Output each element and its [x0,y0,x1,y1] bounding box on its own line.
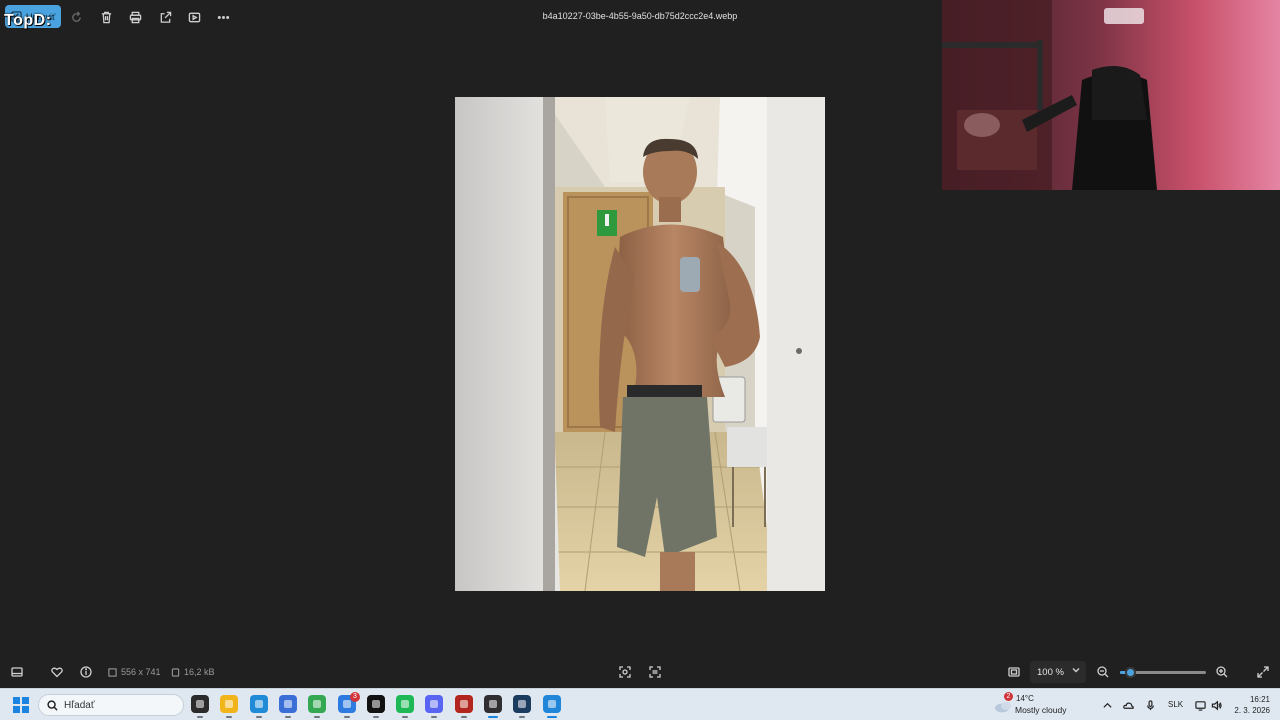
taskbar-app-spotify[interactable] [396,695,414,718]
chevron-up-icon[interactable] [1100,698,1114,712]
windows-taskbar: Hľadať 3 2 14°C Mostly cloudy SLK 16:21 … [0,688,1280,720]
taskbar-app-discord[interactable] [425,695,443,718]
taskbar-app-photos[interactable] [543,695,561,718]
photos-icon [548,700,556,708]
steam-icon [518,700,526,708]
text-scan-icon[interactable] [647,664,663,680]
more-icon[interactable] [215,9,231,25]
delete-icon[interactable] [98,9,114,25]
file-name-title: b4a10227-03be-4b55-9a50-db75d2ccc2e4.web… [542,11,738,21]
store-icon [284,700,292,708]
fullscreen-icon[interactable] [1255,664,1271,680]
clock-time: 16:21 [1249,695,1270,704]
microphone-icon[interactable] [1143,698,1157,712]
obs-icon [489,700,497,708]
cloudy-weather-icon [995,702,1011,713]
system-clock[interactable]: 16:21 2. 3. 2026 [1226,694,1270,716]
running-indicator [431,716,437,718]
weather-widget[interactable]: 2 14°C Mostly cloudy [994,692,1084,717]
displayed-photo[interactable] [455,97,825,591]
voicemeeter-icon [460,700,468,708]
task-view-icon [196,700,204,708]
taskbar-app-steam[interactable] [513,695,531,718]
chevron-down-icon [1072,666,1080,677]
print-icon[interactable] [127,9,143,25]
volume-icon[interactable] [1209,698,1223,712]
zoom-in-icon[interactable] [1214,664,1230,680]
image-dimensions: 556 x 741 [108,667,161,677]
image-dimensions-value: 556 x 741 [121,667,161,677]
taskbar-app-messenger[interactable]: 3 [338,692,360,718]
taskbar-app-capcut[interactable] [367,695,385,718]
taskbar-app-store[interactable] [279,695,297,718]
taskbar-search-box[interactable]: Hľadať [38,694,184,716]
search-icon [47,699,58,711]
webcam-overlay [942,0,1280,190]
onedrive-icon[interactable] [1121,698,1135,712]
filmstrip-toggle-icon[interactable] [9,664,25,680]
running-indicator [402,716,408,718]
zoom-slider-thumb[interactable] [1125,667,1137,678]
taskbar-app-chrome[interactable] [308,695,326,718]
running-indicator [256,716,262,718]
search-placeholder: Hľadať [64,699,95,711]
file-size-value: 16,2 kB [184,667,215,677]
start-button[interactable] [13,697,29,713]
chrome-icon [313,700,321,708]
visual-search-icon[interactable] [617,664,633,680]
taskbar-app-file-explorer[interactable] [220,695,238,718]
edit-button-label: Upraviť [26,11,56,22]
zoom-slider[interactable] [1120,667,1206,678]
photos-app-window: Upraviť TopD: b4a10227-03be-4b55-9a50-db… [0,0,1280,688]
slideshow-icon[interactable] [186,9,202,25]
capcut-icon [372,700,380,708]
running-indicator [547,716,557,718]
running-indicator [373,716,379,718]
webcam-image [942,0,1280,190]
taskbar-app-voicemeeter[interactable] [455,695,473,718]
favorite-heart-icon[interactable] [49,664,65,680]
input-language-indicator[interactable]: SLK [1168,700,1183,709]
running-indicator [314,716,320,718]
edit-icon [11,11,22,22]
taskbar-app-edge[interactable] [250,695,268,718]
zoom-out-icon[interactable] [1095,664,1111,680]
running-indicator [226,716,232,718]
zoom-dropdown-value: 100 % [1037,666,1064,678]
windows-logo-icon [13,697,20,704]
edit-button[interactable]: Upraviť [5,5,61,28]
photo-image [455,97,825,591]
file-info-icon[interactable] [78,664,94,680]
bottom-status-bar: 556 x 741 16,2 kB 100 % [0,656,1280,688]
running-indicator [519,716,525,718]
share-icon[interactable] [157,9,173,25]
taskbar-app-obs[interactable] [484,695,502,718]
notification-badge: 3 [350,692,360,702]
zoom-dropdown[interactable]: 100 % [1030,661,1086,683]
fit-to-window-icon[interactable] [1006,664,1022,680]
running-indicator [197,716,203,718]
file-size-icon [171,667,180,677]
running-indicator [285,716,291,718]
dimensions-icon [108,667,117,677]
running-indicator [461,716,467,718]
running-indicator [344,716,350,718]
file-size: 16,2 kB [171,667,215,677]
running-indicator [488,716,498,718]
rotate-icon[interactable] [68,9,84,25]
weather-temperature: 14°C [1016,694,1034,703]
clock-date: 2. 3. 2026 [1234,706,1270,715]
network-icon[interactable] [1193,698,1207,712]
discord-icon [430,700,438,708]
weather-condition: Mostly cloudy [1015,705,1067,715]
weather-badge: 2 [1004,692,1013,701]
messenger-icon [343,700,351,708]
spotify-icon [401,700,409,708]
edge-icon [255,700,263,708]
file-explorer-icon [225,700,233,708]
taskbar-app-task-view[interactable] [191,695,209,718]
